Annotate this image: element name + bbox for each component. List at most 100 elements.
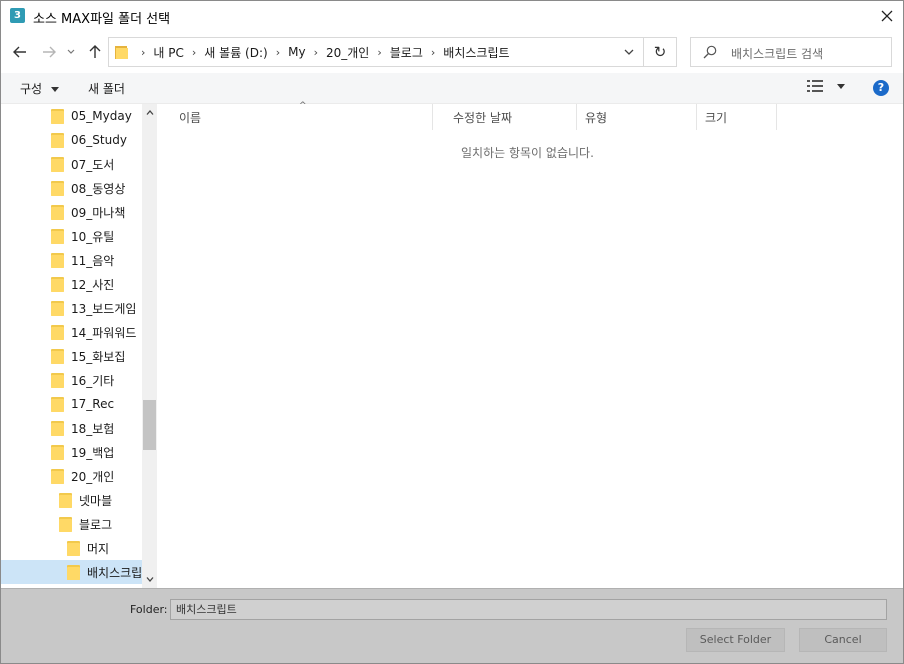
chevron-down-icon <box>146 577 153 582</box>
breadcrumb-my[interactable]: My <box>288 45 305 59</box>
folder-icon <box>51 372 64 388</box>
search-input[interactable]: 배치스크립트 검색 <box>690 37 892 67</box>
scroll-thumb[interactable] <box>143 400 156 450</box>
folder-icon <box>59 492 72 508</box>
tree-item[interactable]: 머지 <box>1 536 142 560</box>
folder-icon <box>51 204 64 220</box>
search-icon <box>703 45 717 59</box>
column-header-size[interactable]: 크기 <box>697 104 777 130</box>
tree-item[interactable]: 11_음악 <box>1 248 142 272</box>
command-bar: 구성 새 폴더 ? <box>1 73 903 104</box>
tree-item[interactable]: 15_화보집 <box>1 344 142 368</box>
help-icon[interactable]: ? <box>873 80 889 96</box>
tree-item[interactable]: 06_Study <box>1 128 142 152</box>
scroll-up-button[interactable] <box>142 104 157 121</box>
tree-item[interactable]: 13_보드게임 <box>1 296 142 320</box>
tree-item-label: 넷마블 <box>79 493 113 508</box>
recent-locations-button[interactable] <box>65 43 77 61</box>
close-button[interactable] <box>871 1 903 31</box>
organize-button[interactable]: 구성 <box>20 80 59 97</box>
folder-icon <box>51 276 64 292</box>
folder-tree: 05_Myday 06_Study 07_도서 08_동영상 09_마나책 10_유틸 11… <box>1 104 142 588</box>
search-placeholder: 배치스크립트 검색 <box>731 47 824 61</box>
breadcrumb-volume-d[interactable]: 새 볼륨 (D:) <box>204 44 267 61</box>
tree-item-label: 배치스크립트 <box>87 565 142 580</box>
tree-item-label: 12_사진 <box>71 277 115 292</box>
tree-item[interactable]: 05_Myday <box>1 104 142 128</box>
address-bar[interactable]: › 내 PC › 새 볼륨 (D:) › My › 20_개인 › 블로그 › … <box>108 37 644 67</box>
tree-scrollbar[interactable] <box>142 104 157 588</box>
folder-icon <box>59 516 72 532</box>
chevron-up-icon <box>146 110 153 115</box>
chevron-right-icon[interactable]: › <box>276 46 280 59</box>
tree-item[interactable]: 08_동영상 <box>1 176 142 200</box>
title-bar: 3 소스 MAX파일 폴더 선택 <box>1 1 903 31</box>
folder-picker-dialog: 3 소스 MAX파일 폴더 선택 › 내 PC › 새 볼륨 (D:) › My… <box>0 0 904 664</box>
footer-panel: Folder: 배치스크립트 Select Folder Cancel <box>1 588 903 663</box>
breadcrumb: › 내 PC › 새 볼륨 (D:) › My › 20_개인 › 블로그 › … <box>133 38 510 66</box>
tree-item[interactable]: 07_도서 <box>1 152 142 176</box>
scroll-down-button[interactable] <box>142 571 157 588</box>
tree-item[interactable]: 17_Rec <box>1 392 142 416</box>
column-header-name[interactable]: ^ 이름 <box>159 101 433 130</box>
tree-item[interactable]: 20_개인 <box>1 464 142 488</box>
tree-item-label: 머지 <box>87 541 110 556</box>
arrow-up-icon <box>89 45 101 58</box>
tree-item[interactable]: 19_백업 <box>1 440 142 464</box>
folder-icon <box>51 468 64 484</box>
file-list[interactable]: ^ 이름 수정한 날짜 유형 크기 일치하는 항목이 없습니다. <box>159 101 903 588</box>
up-button[interactable] <box>86 43 104 61</box>
view-options-button[interactable] <box>807 80 845 92</box>
tree-item-label: 08_동영상 <box>71 181 126 196</box>
tree-item-label: 16_기타 <box>71 373 115 388</box>
tree-item[interactable]: 16_기타 <box>1 368 142 392</box>
column-header-modified[interactable]: 수정한 날짜 <box>433 104 577 130</box>
folder-icon <box>51 324 64 340</box>
breadcrumb-batch-script[interactable]: 배치스크립트 <box>443 44 509 61</box>
chevron-right-icon[interactable]: › <box>431 46 435 59</box>
folder-icon <box>51 420 64 436</box>
empty-message: 일치하는 항목이 없습니다. <box>461 146 594 160</box>
back-button[interactable] <box>11 43 29 61</box>
refresh-button[interactable]: ↻ <box>644 37 677 67</box>
folder-icon <box>51 228 64 244</box>
tree-item[interactable]: 10_유틸 <box>1 224 142 248</box>
chevron-right-icon: › <box>141 45 146 59</box>
chevron-down-icon <box>67 49 75 54</box>
folder-icon <box>51 156 64 172</box>
tree-item-label: 09_마나책 <box>71 205 126 220</box>
folder-label: Folder: <box>130 603 168 616</box>
tree-item[interactable]: 09_마나책 <box>1 200 142 224</box>
column-header-type[interactable]: 유형 <box>577 104 697 130</box>
tree-item[interactable]: 배치스크립트 <box>1 560 142 584</box>
tree-item-label: 19_백업 <box>71 445 115 460</box>
select-folder-button[interactable]: Select Folder <box>686 628 785 652</box>
details-view-icon <box>807 80 823 92</box>
tree-item-label: 블로그 <box>79 517 113 532</box>
breadcrumb-blog[interactable]: 블로그 <box>390 44 423 61</box>
tree-item[interactable]: 18_보험 <box>1 416 142 440</box>
chevron-right-icon[interactable]: › <box>192 46 196 59</box>
folder-icon <box>51 108 64 124</box>
cancel-button[interactable]: Cancel <box>799 628 887 652</box>
tree-item[interactable]: 블로그 <box>1 512 142 536</box>
folder-icon <box>51 444 64 460</box>
breadcrumb-my-pc[interactable]: 내 PC <box>153 44 183 61</box>
folder-name-field[interactable]: 배치스크립트 <box>170 599 887 620</box>
tree-item-label: 06_Study <box>71 133 127 147</box>
chevron-right-icon[interactable]: › <box>314 46 318 59</box>
breadcrumb-personal[interactable]: 20_개인 <box>326 44 369 61</box>
new-folder-button[interactable]: 새 폴더 <box>88 80 125 97</box>
column-type-label: 유형 <box>585 110 608 125</box>
tree-item-label: 17_Rec <box>71 397 115 411</box>
tree-item[interactable]: 12_사진 <box>1 272 142 296</box>
chevron-down-icon <box>624 49 634 55</box>
address-history-button[interactable] <box>615 38 643 66</box>
tree-item[interactable]: 넷마블 <box>1 488 142 512</box>
tree-item[interactable]: 14_파워워드 <box>1 320 142 344</box>
chevron-right-icon[interactable]: › <box>377 46 381 59</box>
forward-button[interactable] <box>40 43 58 61</box>
caret-down-icon <box>837 83 845 89</box>
column-name-label: 이름 <box>179 110 202 125</box>
folder-icon <box>115 45 129 59</box>
